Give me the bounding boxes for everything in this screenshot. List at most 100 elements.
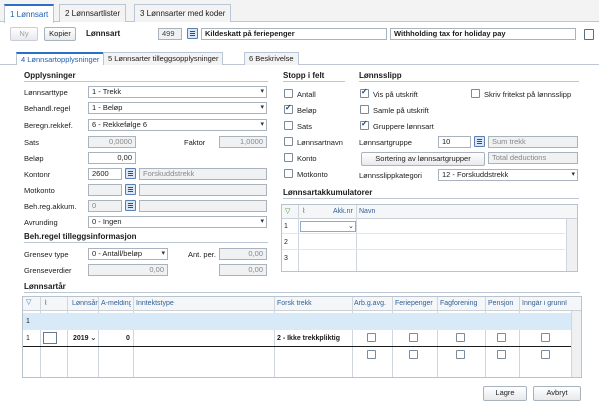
arbgavg-checkbox[interactable] (367, 333, 376, 342)
inngar-checkbox[interactable] (541, 333, 550, 342)
gruppe-label: Lønnsartgruppe (359, 138, 412, 147)
col-lonnsar[interactable]: Lønnsår (72, 300, 98, 307)
divider (24, 81, 268, 82)
lonnsart-label: Lønnsart (86, 29, 121, 38)
kontonr-field[interactable]: 2600 (88, 168, 122, 180)
col-forsk-trekk[interactable]: Forsk trekk (277, 300, 312, 307)
fagforening-checkbox[interactable] (456, 333, 465, 342)
divider (359, 81, 579, 82)
col-navn[interactable]: Navn (359, 208, 375, 215)
new-button[interactable]: Ny (10, 27, 38, 41)
tab-lonnsarter-med-koder[interactable]: 3 Lønnsarter med koder (134, 4, 232, 22)
feriepenger-checkbox-2[interactable] (409, 350, 418, 359)
save-button[interactable]: Lagre (483, 386, 527, 401)
kontonr-name-field: Forskuddstrekk (139, 168, 267, 180)
stopp-motkonto-checkbox[interactable] (284, 169, 293, 178)
belop-field[interactable]: 0,00 (88, 152, 136, 164)
chevron-down-icon[interactable]: ⌄ (90, 333, 97, 342)
new-row[interactable] (23, 313, 571, 330)
grense-type-select[interactable]: 0 - Antall/beløp (88, 248, 168, 260)
fagforening-checkbox-2[interactable] (456, 350, 465, 359)
gruppere-label: Gruppere lønnsart (373, 122, 434, 131)
lookup-icon[interactable] (187, 28, 198, 39)
row-forsk-trekk: 2 - Ikke trekkpliktig (277, 335, 341, 342)
col-divider (98, 297, 99, 377)
behreg-field: 0 (88, 200, 122, 212)
stopp-sats-checkbox[interactable] (284, 121, 293, 130)
lonnsarttype-select[interactable]: 1 - Trekk (88, 86, 267, 98)
col-fagforening[interactable]: Fagforening (440, 300, 477, 307)
copy-button[interactable]: Kopier (44, 27, 76, 41)
col-divider (519, 297, 520, 377)
sats-label: Sats (24, 138, 40, 147)
motkonto-lookup-icon[interactable] (125, 184, 136, 195)
pensjon-checkbox-2[interactable] (497, 350, 506, 359)
divider (24, 242, 268, 243)
grenseverdier-label: Grenseverdier (24, 266, 72, 275)
col-divider (485, 297, 486, 377)
tab-tilleggsopplysninger[interactable]: 5 Lønnsarter tilleggsopplysninger (103, 52, 224, 65)
kategori-label: Lønnsslippkategori (359, 171, 422, 180)
inngar-checkbox-2[interactable] (541, 350, 550, 359)
faktor-label: Faktor (184, 138, 206, 147)
tab-lonnsartopplysninger[interactable]: 4 Lønnsartopplysninger (16, 52, 105, 65)
col-divider (67, 297, 68, 377)
col-divider (40, 297, 41, 377)
scrollbar[interactable] (566, 219, 577, 271)
filter-icon[interactable]: ▽ (285, 207, 290, 215)
kontonr-lookup-icon[interactable] (125, 168, 136, 179)
behreg-lookup-icon[interactable] (125, 200, 136, 211)
behreg-name-field (139, 200, 267, 212)
stopp-konto-checkbox[interactable] (284, 153, 293, 162)
col-pensjon[interactable]: Pensjon (488, 300, 513, 307)
beregn-select[interactable]: 6 - Rekkefølge 6 (88, 119, 267, 131)
col-amelding[interactable]: A-melding (101, 300, 131, 307)
belop-label: Beløp (24, 154, 44, 163)
arbgavg-checkbox-2[interactable] (367, 350, 376, 359)
skriv-fritekst-label: Skriv fritekst på lønnsslipp (484, 90, 572, 99)
stopp-belop-checkbox[interactable] (284, 103, 293, 114)
grense-header: Beh.regel tilleggsinformasjon (24, 232, 137, 241)
vis-utskrift-checkbox[interactable] (360, 87, 369, 98)
divider (283, 198, 579, 199)
row-select-box[interactable] (43, 332, 57, 344)
stopp-antall-checkbox[interactable] (284, 89, 293, 98)
row-number: 1 (26, 335, 30, 342)
lonnsartar-grid: ▽ ⌇ Lønnsår A-melding Inntektstype Forsk… (22, 296, 582, 378)
gruppere-checkbox[interactable] (360, 119, 369, 130)
col-inntektstype[interactable]: Inntektstype (136, 300, 174, 307)
col-inngar[interactable]: Inngår i grunnl (522, 300, 572, 307)
tab-lonnsartlister[interactable]: 2 Lønnsartlister (59, 4, 127, 22)
feriepenger-checkbox[interactable] (409, 333, 418, 342)
pensjon-checkbox[interactable] (497, 333, 506, 342)
tab-lonnsart[interactable]: 1 Lønnsart (4, 4, 55, 23)
col-divider (352, 297, 353, 377)
gruppe-name-field: Sum trekk (488, 136, 578, 148)
col-divider (133, 297, 134, 377)
note-icon[interactable] (584, 29, 594, 40)
english-name-field[interactable]: Withholding tax for holiday pay (390, 28, 576, 40)
row-year[interactable]: 2019 (73, 335, 89, 342)
col-akknr[interactable]: Akk.nr (333, 208, 353, 215)
gruppe-lookup-icon[interactable] (474, 136, 485, 147)
stopp-konto-label: Konto (297, 154, 317, 163)
samle-utskrift-label: Samle på utskrift (373, 106, 429, 115)
lonnsart-name-field[interactable]: Kildeskatt på feriepenger (201, 28, 387, 40)
gruppe-field[interactable]: 10 (438, 136, 471, 148)
col-arbgavg[interactable]: Arb.g.avg. (354, 300, 386, 307)
behandl-select[interactable]: 1 - Beløp (88, 102, 267, 114)
stopp-lonnsartnavn-checkbox[interactable] (284, 137, 293, 146)
row-line (23, 346, 571, 347)
skriv-fritekst-checkbox[interactable] (471, 89, 480, 98)
filter-icon[interactable]: ▽ (26, 298, 31, 306)
cancel-button[interactable]: Avbryt (533, 386, 581, 401)
col-feriepenger[interactable]: Feriepenger (395, 300, 433, 307)
kategori-select[interactable]: 12 - Forskuddstrekk (438, 169, 578, 181)
avrunding-select[interactable]: 0 - Ingen (88, 216, 267, 228)
sortering-button[interactable]: Sortering av lønnsartgrupper (361, 152, 485, 166)
chevron-down-icon[interactable]: ⌄ (348, 222, 354, 230)
tab-beskrivelse[interactable]: 6 Beskrivelse (244, 52, 299, 65)
scrollbar[interactable] (571, 311, 581, 377)
samle-utskrift-checkbox[interactable] (360, 105, 369, 114)
total-deductions-field: Total deductions (488, 152, 578, 164)
